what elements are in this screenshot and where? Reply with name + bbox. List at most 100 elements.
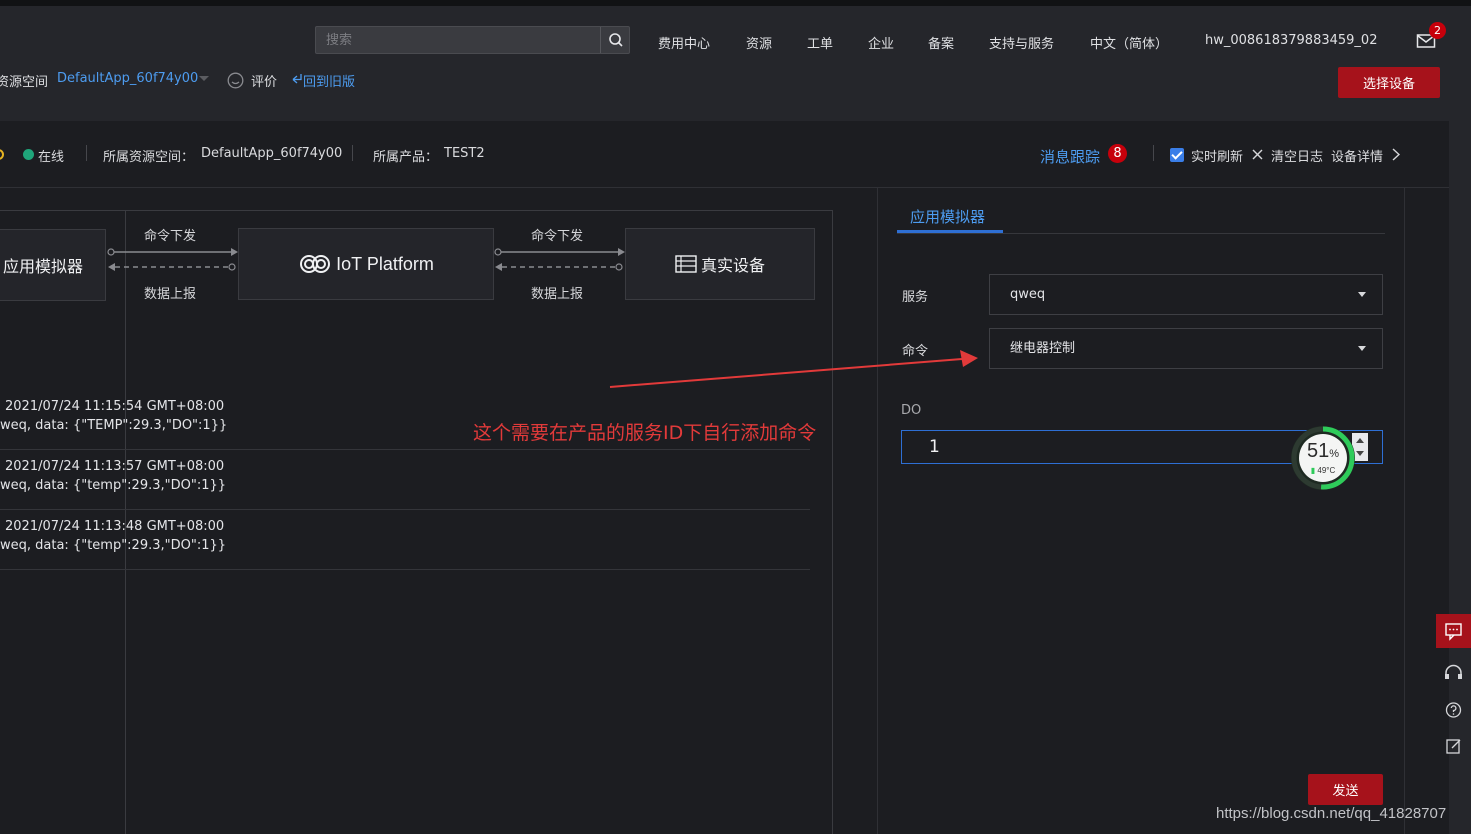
divider [352, 145, 353, 161]
record-divider [0, 509, 810, 510]
smile-icon [227, 72, 244, 89]
search-button[interactable] [600, 27, 629, 53]
flow-arrows-left [107, 248, 238, 271]
clear-icon[interactable] [1252, 149, 1263, 160]
thermometer-icon: ▮ [1310, 466, 1316, 475]
divider [1153, 145, 1154, 161]
simulator-panel: 应用模拟器 服务 qweq 命令 继电器控制 DO 1 发送 [879, 188, 1405, 834]
service-select[interactable]: qweq [989, 274, 1383, 315]
side-toolbar [1436, 614, 1471, 764]
app-simulator-label: 应用模拟器 [2, 257, 83, 276]
nav-account[interactable]: hw_008618379883459_02 [1205, 33, 1377, 48]
command-value: 继电器控制 [1010, 341, 1076, 356]
gauge-percent: 51% [1289, 440, 1357, 463]
device-debug-panel: 在线 所属资源空间： DefaultApp_60f74y00 所属产品： TES… [0, 121, 1449, 834]
gauge-temp: ▮ 49°C [1289, 466, 1357, 475]
cmd-down-label: 命令下发 [531, 229, 584, 244]
search-box [315, 26, 630, 54]
online-dot [23, 149, 34, 160]
flow-arrows-right [494, 248, 625, 271]
help-button[interactable] [1436, 693, 1471, 727]
iot-logo-icon [300, 255, 331, 273]
product-label: 所属产品： [373, 150, 439, 165]
cmd-down-label: 命令下发 [144, 229, 197, 244]
sub-bar: 资源空间 DefaultApp_60f74y00 评价 回到旧版 选择设备 [0, 64, 1471, 121]
product-value: TEST2 [444, 146, 485, 161]
nav-resources[interactable]: 资源 [746, 33, 772, 52]
headset-icon [1445, 664, 1462, 679]
record-time: 2021/07/24 11:13:57 GMT+08:00 [5, 459, 225, 474]
select-device-button[interactable]: 选择设备 [1338, 67, 1440, 98]
iot-platform-label: IoT Platform [336, 253, 434, 274]
data-up-label: 数据上报 [531, 287, 584, 302]
tab-app-simulator[interactable]: 应用模拟器 [910, 206, 985, 227]
device-info-row: 在线 所属资源空间： DefaultApp_60f74y00 所属产品： TES… [0, 121, 1449, 188]
nav-support[interactable]: 支持与服务 [989, 33, 1054, 52]
command-select[interactable]: 继电器控制 [989, 328, 1383, 369]
realtime-refresh-checkbox[interactable] [1170, 148, 1184, 162]
workspace-selector[interactable]: DefaultApp_60f74y00 [57, 71, 198, 86]
edit-icon [1446, 739, 1461, 754]
rate-link[interactable]: 评价 [251, 71, 277, 90]
chevron-right-icon[interactable] [1392, 148, 1400, 161]
real-device-node: 真实设备 [625, 228, 815, 300]
record-time: 2021/07/24 11:13:48 GMT+08:00 [5, 519, 225, 534]
feedback-button[interactable] [1436, 614, 1471, 648]
do-value: 1 [929, 437, 940, 457]
nav-enterprise[interactable]: 企业 [868, 33, 894, 52]
caret-down-icon [1358, 292, 1366, 297]
gauge-percent-unit: % [1329, 448, 1340, 460]
record-data: weq, data: {"TEMP":29.3,"DO":1}} [0, 418, 228, 433]
service-button[interactable] [1436, 657, 1471, 691]
nav-icp[interactable]: 备案 [928, 33, 954, 52]
nav-tickets[interactable]: 工单 [807, 33, 833, 52]
record-data: weq, data: {"temp":29.3,"DO":1}} [0, 478, 227, 493]
message-track-link[interactable]: 消息跟踪 [1040, 146, 1100, 167]
status-text: 在线 [38, 150, 65, 165]
track-count-badge: 8 [1108, 144, 1127, 163]
nav-language[interactable]: 中文（简体） [1090, 33, 1168, 52]
gauge-percent-value: 51 [1306, 440, 1330, 462]
question-icon [1445, 702, 1462, 718]
space-value: DefaultApp_60f74y00 [201, 146, 343, 161]
gauge-temp-value: 49°C [1317, 466, 1336, 475]
data-up-label: 数据上报 [144, 287, 197, 302]
app-simulator-node: 应用模拟器 [0, 229, 106, 301]
do-label: DO [901, 403, 922, 418]
device-detail-link[interactable]: 设备详情 [1331, 146, 1383, 165]
flow-outline [125, 210, 833, 834]
resource-gauge: 51% ▮ 49°C [1289, 424, 1357, 492]
record-data: weq, data: {"temp":29.3,"DO":1}} [0, 538, 227, 553]
mail-badge: 2 [1429, 22, 1446, 39]
annotation-arrow [609, 350, 978, 388]
device-list-icon [675, 255, 697, 273]
back-icon [292, 74, 302, 84]
log-area: 应用模拟器 IoT Platform 真实设备 命令下发 数据上报 命令下发 数… [0, 188, 878, 834]
nav-billing[interactable]: 费用中心 [658, 33, 710, 52]
service-label: 服务 [902, 290, 929, 305]
space-label: 所属资源空间： [103, 150, 195, 165]
search-input[interactable] [316, 27, 600, 53]
real-device-label: 真实设备 [700, 256, 765, 275]
status-ring [0, 149, 4, 160]
realtime-label: 实时刷新 [1191, 150, 1244, 165]
chat-icon [1445, 623, 1462, 641]
notes-button[interactable] [1436, 729, 1471, 763]
caret-down-icon [1358, 346, 1366, 351]
workspace-label: 资源空间 [0, 75, 49, 90]
send-button[interactable]: 发送 [1308, 774, 1383, 805]
record-divider [0, 569, 810, 570]
chevron-down-icon[interactable] [199, 76, 209, 82]
service-value: qweq [1010, 287, 1046, 302]
back-to-old-link[interactable]: 回到旧版 [303, 71, 355, 90]
search-icon [609, 33, 623, 47]
top-bar: 费用中心 资源 工单 企业 备案 支持与服务 中文（简体） hw_0086183… [0, 6, 1471, 64]
clear-log-button[interactable]: 清空日志 [1271, 146, 1323, 165]
flow-outline-edge [0, 210, 125, 211]
watermark-text: https://blog.csdn.net/qq_41828707 [1216, 805, 1447, 822]
record-divider [0, 449, 810, 450]
annotation-text: 这个需要在产品的服务ID下自行添加命令 [473, 422, 817, 444]
divider [86, 145, 87, 161]
iot-platform-node: IoT Platform [238, 228, 494, 300]
record-time: 2021/07/24 11:15:54 GMT+08:00 [5, 399, 225, 414]
